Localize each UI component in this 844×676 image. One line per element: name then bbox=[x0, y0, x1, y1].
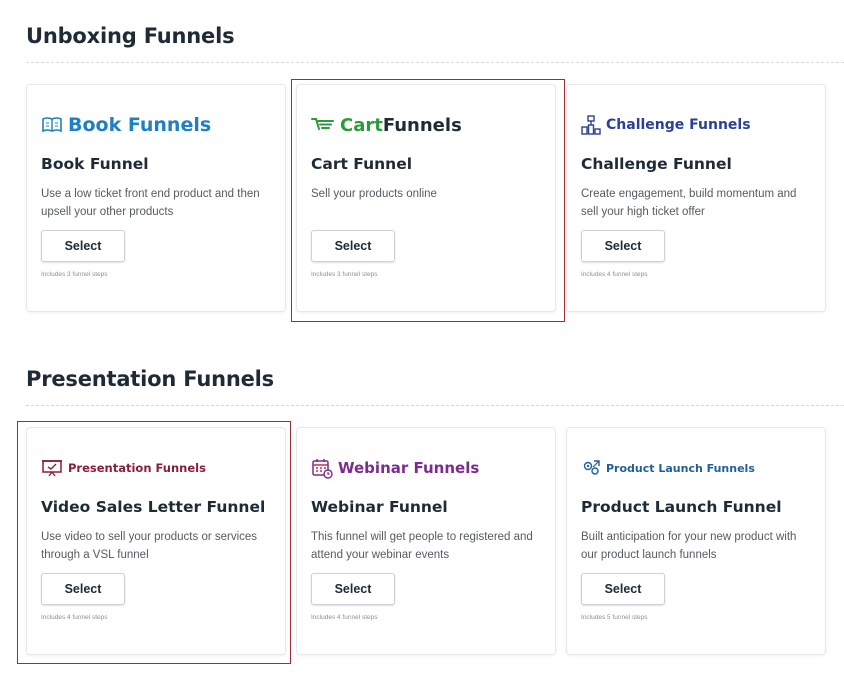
select-cart-funnel-button[interactable]: Select bbox=[311, 230, 395, 262]
select-video-sales-letter-funnel-button[interactable]: Select bbox=[41, 573, 125, 605]
card-title: Challenge Funnel bbox=[581, 155, 732, 173]
logo-text-funnels: Funnels bbox=[382, 114, 462, 136]
logo-text: Presentation Funnels bbox=[68, 461, 206, 475]
logo-text: Webinar Funnels bbox=[338, 459, 480, 477]
logo-text: Book Funnels bbox=[68, 114, 212, 136]
book-funnel-card: Book Funnels Book Funnel Use a low ticke… bbox=[26, 84, 286, 312]
card-description: Use video to sell your products or servi… bbox=[41, 531, 258, 561]
select-product-launch-funnel-button[interactable]: Select bbox=[581, 573, 665, 605]
product-launch-funnel-card: Product Launch Funnels Product Launch Fu… bbox=[566, 427, 826, 655]
card-title: Webinar Funnel bbox=[311, 498, 448, 516]
card-title: Book Funnel bbox=[41, 155, 149, 173]
card-description: Built anticipation for your new product … bbox=[581, 531, 797, 561]
select-challenge-funnel-button[interactable]: Select bbox=[581, 230, 665, 262]
challenge-icon bbox=[581, 115, 601, 135]
challenge-funnel-card: Challenge Funnels Challenge Funnel Creat… bbox=[566, 84, 826, 312]
card-description: Sell your products online bbox=[311, 188, 437, 200]
book-icon bbox=[42, 117, 62, 133]
section-title-presentation: Presentation Funnels bbox=[26, 367, 274, 391]
presentation-funnels-logo: Presentation Funnels bbox=[41, 454, 206, 482]
webinar-funnel-card: Webinar Funnels Webinar Funnel This funn… bbox=[296, 427, 556, 655]
card-description: Use a low ticket front end product and t… bbox=[41, 188, 260, 218]
select-book-funnel-button[interactable]: Select bbox=[41, 230, 125, 262]
section-divider bbox=[26, 62, 844, 63]
funnel-steps-count: Includes 5 funnel steps bbox=[581, 614, 648, 621]
funnel-steps-count: Includes 4 funnel steps bbox=[581, 271, 648, 278]
rocket-icon bbox=[583, 460, 600, 475]
card-title: Video Sales Letter Funnel bbox=[41, 498, 266, 516]
webinar-funnels-logo: Webinar Funnels bbox=[311, 454, 479, 482]
book-funnels-logo: Book Funnels bbox=[41, 111, 211, 139]
logo-text: Challenge Funnels bbox=[606, 117, 751, 133]
section-divider bbox=[26, 405, 844, 406]
cart-icon bbox=[311, 118, 334, 130]
funnel-steps-count: Includes 3 funnel steps bbox=[311, 271, 378, 278]
cart-funnels-logo: Cart Funnels bbox=[311, 111, 462, 139]
select-webinar-funnel-button[interactable]: Select bbox=[311, 573, 395, 605]
logo-text-cart: Cart bbox=[340, 114, 383, 136]
card-title: Cart Funnel bbox=[311, 155, 413, 173]
section-title-unboxing: Unboxing Funnels bbox=[26, 24, 235, 48]
funnel-steps-count: Includes 4 funnel steps bbox=[41, 614, 108, 621]
webinar-icon bbox=[312, 459, 333, 479]
card-title: Product Launch Funnel bbox=[581, 498, 782, 516]
video-sales-letter-funnel-card: Presentation Funnels Video Sales Letter … bbox=[26, 427, 286, 655]
funnel-steps-count: Includes 3 funnel steps bbox=[41, 271, 108, 278]
logo-text: Product Launch Funnels bbox=[606, 461, 755, 475]
card-description: Create engagement, build momentum and se… bbox=[581, 188, 797, 218]
cart-funnel-card: Cart Funnels Cart Funnel Sell your produc… bbox=[296, 84, 556, 312]
card-description: This funnel will get people to registere… bbox=[311, 531, 533, 561]
presentation-icon bbox=[42, 460, 62, 477]
challenge-funnels-logo: Challenge Funnels bbox=[581, 111, 751, 139]
funnel-steps-count: Includes 4 funnel steps bbox=[311, 614, 378, 621]
product-launch-funnels-logo: Product Launch Funnels bbox=[581, 454, 755, 482]
